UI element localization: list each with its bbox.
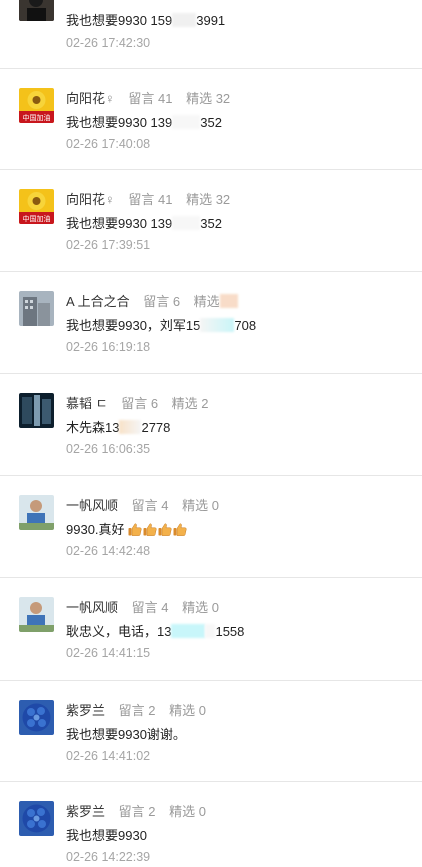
avatar-caption: 中国加油 <box>23 214 51 223</box>
comment-content: 我也想要9930，刘军15 708 <box>66 318 257 333</box>
avatar[interactable] <box>19 801 54 836</box>
user-name[interactable]: 慕韬 ㄷ <box>66 396 108 411</box>
comment-header: 一帆风顺 留言 4 精选 0 <box>66 597 219 616</box>
liuyan-count: 留言 4 <box>131 600 169 615</box>
jingxuan-count: 精选 32 <box>186 91 231 106</box>
thumbs-up-icon <box>143 523 157 536</box>
comment-header: A 上合之合 留言 6 精选 <box>66 291 238 310</box>
comment-header: 向阳花♀ 留言 41 精选 32 <box>66 88 230 107</box>
comment-time: 02-26 16:19:18 <box>66 340 151 354</box>
comment-header: 一帆风顺 留言 4 精选 0 <box>66 495 219 514</box>
liuyan-count: 留言 41 <box>128 91 173 106</box>
comment-item: A 上合之合 留言 6 精选 我也想要9930，刘军15 708 02-26 16… <box>0 272 422 374</box>
avatar[interactable] <box>19 495 54 530</box>
comment-content: 我也想要9930 159 3991 <box>66 13 226 28</box>
comment-content: 我也想要9930 139 352 <box>66 115 222 130</box>
liuyan-count: 留言 2 <box>118 804 156 819</box>
comment-time: 02-26 16:06:35 <box>66 442 151 456</box>
comment-item: 我也想要9930 159 3991 02-26 17:42:30 <box>0 0 422 69</box>
liuyan-count: 留言 6 <box>143 294 181 309</box>
thumbs-up-icon <box>128 523 142 536</box>
comment-time: 02-26 14:41:15 <box>66 646 151 660</box>
redaction-blur <box>219 294 238 308</box>
comment-item: 中国加油 向阳花♀ 留言 41 精选 32 我也想要9930 139 352 02… <box>0 170 422 272</box>
comment-item: 一帆风顺 留言 4 精选 0 9930.真好 02-26 14:42:48 <box>0 476 422 578</box>
avatar[interactable] <box>19 700 54 735</box>
comment-header: 紫罗兰 留言 2 精选 0 <box>66 700 206 719</box>
avatar[interactable] <box>19 291 54 326</box>
comment-time: 02-26 17:40:08 <box>66 137 151 151</box>
comment-content: 9930.真好 <box>66 519 188 538</box>
avatar[interactable] <box>19 393 54 428</box>
redaction-blur <box>205 624 216 638</box>
comment-content: 我也想要9930谢谢。 <box>66 727 186 742</box>
comment-item: 紫罗兰 留言 2 精选 0 我也想要9930谢谢。 02-26 14:41:02 <box>0 681 422 782</box>
comment-header: 紫罗兰 留言 2 精选 0 <box>66 801 206 820</box>
comment-time: 02-26 14:22:39 <box>66 850 151 864</box>
thumbs-up-icon <box>173 523 187 536</box>
redaction-blur <box>200 318 235 332</box>
comment-content: 我也想要9930 <box>66 828 147 843</box>
liuyan-count: 留言 6 <box>121 396 159 411</box>
user-name[interactable]: 向阳花 <box>66 91 105 106</box>
redaction-blur <box>172 216 201 230</box>
comment-content: 木先森13 2778 <box>66 420 171 435</box>
thumbs-up-icon <box>158 523 172 536</box>
jingxuan-count: 精选 0 <box>169 804 206 819</box>
comment-item: 一帆风顺 留言 4 精选 0 耿忠义，电话，13 1558 02-26 14:41… <box>0 578 422 681</box>
user-name[interactable]: 紫罗兰 <box>66 703 105 718</box>
avatar-caption: 中国加油 <box>23 113 51 122</box>
jingxuan-count: 精选 32 <box>186 192 231 207</box>
avatar[interactable] <box>19 0 54 21</box>
comment-time: 02-26 14:41:02 <box>66 749 151 763</box>
comment-time: 02-26 14:42:48 <box>66 544 151 558</box>
comment-item: 紫罗兰 留言 2 精选 0 我也想要9930 02-26 14:22:39 <box>0 782 422 867</box>
comment-item: 中国加油 向阳花♀ 留言 41 精选 32 我也想要9930 139 352 02… <box>0 69 422 170</box>
user-name[interactable]: 一帆风顺 <box>66 498 118 513</box>
jingxuan-count: 精选 0 <box>182 600 219 615</box>
redaction-blur <box>171 624 206 638</box>
jingxuan-count: 精选 <box>193 294 220 309</box>
redaction-blur <box>172 13 197 27</box>
jingxuan-count: 精选 2 <box>171 396 209 411</box>
avatar[interactable]: 中国加油 <box>19 88 54 123</box>
user-name[interactable]: 向阳花 <box>66 192 105 207</box>
user-name[interactable]: A 上合之合 <box>66 294 130 309</box>
gender-icon: ♀ <box>105 91 115 106</box>
avatar[interactable] <box>19 597 54 632</box>
comment-content: 耿忠义，电话，13 1558 <box>66 624 245 639</box>
liuyan-count: 留言 2 <box>118 703 156 718</box>
jingxuan-count: 精选 0 <box>169 703 206 718</box>
comment-time: 02-26 17:42:30 <box>66 36 151 50</box>
gender-icon: ♀ <box>105 192 115 207</box>
thumbs-up-emojis <box>128 522 188 537</box>
comment-content: 我也想要9930 139 352 <box>66 216 222 231</box>
comment-time: 02-26 17:39:51 <box>66 238 151 252</box>
comment-item: 慕韬 ㄷ 留言 6 精选 2 木先森13 2778 02-26 16:06:35 <box>0 374 422 476</box>
liuyan-count: 留言 4 <box>131 498 169 513</box>
comment-header: 慕韬 ㄷ 留言 6 精选 2 <box>66 393 209 412</box>
comment-header: 向阳花♀ 留言 41 精选 32 <box>66 189 230 208</box>
avatar[interactable]: 中国加油 <box>19 189 54 224</box>
user-name[interactable]: 一帆风顺 <box>66 600 118 615</box>
redaction-blur <box>119 420 142 434</box>
redaction-blur <box>172 115 201 129</box>
jingxuan-count: 精选 0 <box>182 498 219 513</box>
liuyan-count: 留言 41 <box>128 192 173 207</box>
user-name[interactable]: 紫罗兰 <box>66 804 105 819</box>
